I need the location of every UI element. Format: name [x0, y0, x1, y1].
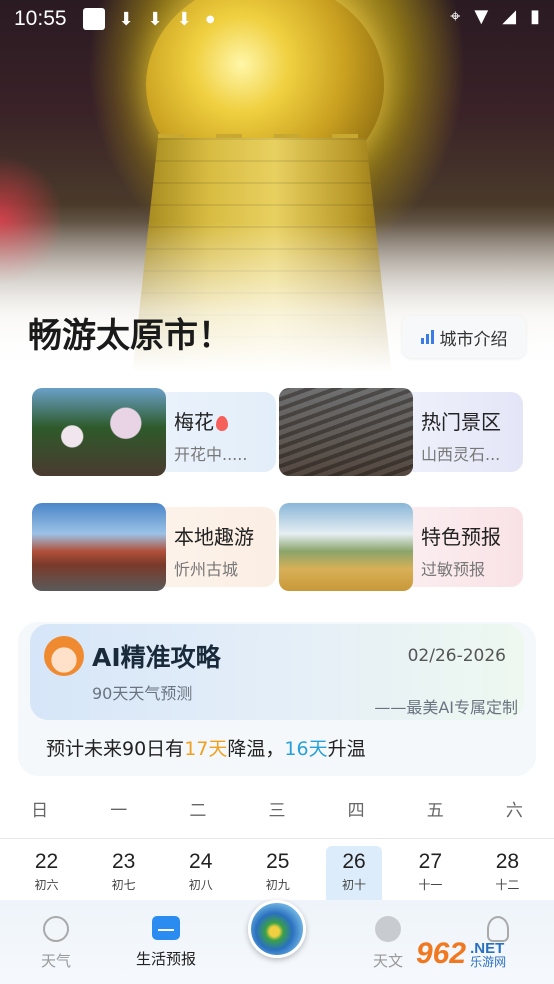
- card-subtitle: 开花中.....: [174, 445, 248, 464]
- card-panel: 梅花 开花中.....: [158, 392, 276, 472]
- download-icon: ⬇: [176, 8, 192, 30]
- folder-icon: [152, 916, 180, 940]
- watermark-text: 乐游网: [470, 954, 507, 969]
- download-icon: ⬇: [147, 8, 163, 30]
- lunar-date: 初七: [111, 878, 136, 892]
- calendar-day[interactable]: 23 初七: [85, 846, 162, 902]
- day-number: 26: [342, 850, 366, 873]
- day-number: 22: [34, 850, 59, 873]
- ai-date: 02/26-2026: [407, 646, 506, 666]
- lunar-date: 初八: [188, 878, 213, 892]
- card-subtitle: 过敏预报: [421, 560, 486, 579]
- ai-title: AI精准攻略: [92, 643, 221, 672]
- wifi-icon: ▼: [474, 6, 489, 27]
- sun-icon: [43, 916, 69, 942]
- weekday-label: 三: [268, 801, 286, 821]
- planet-icon: [375, 916, 401, 942]
- weekday-label: 六: [505, 801, 523, 821]
- calendar-day[interactable]: 22 初六: [8, 846, 85, 902]
- page-title: 畅游太原市！: [28, 316, 232, 356]
- nav-weather[interactable]: 天气: [16, 916, 96, 971]
- cool-days: 17天: [184, 738, 228, 760]
- weekday-label: 日: [31, 801, 49, 821]
- location-icon: ⌖: [450, 6, 461, 27]
- fire-icon: [216, 416, 228, 431]
- warm-days: 16天: [284, 738, 328, 760]
- radar-map-button[interactable]: [248, 900, 306, 958]
- weekday-label: 五: [426, 801, 444, 821]
- weekday-label: 二: [189, 801, 207, 821]
- card-panel: 特色预报 过敏预报: [405, 507, 523, 587]
- battery-icon: ▮: [530, 6, 540, 27]
- calendar-day[interactable]: 28 十二: [469, 846, 546, 902]
- lunar-date: 十二: [495, 878, 520, 892]
- day-number: 24: [189, 850, 213, 873]
- watermark-domain: .NET: [470, 939, 505, 957]
- app-icon: [82, 8, 105, 30]
- signal-icon: ◢: [502, 6, 517, 27]
- lunar-date: 初九: [265, 878, 290, 892]
- card-plum[interactable]: 梅花 开花中.....: [32, 388, 276, 476]
- card-scenic[interactable]: 热门景区 山西灵石...: [279, 388, 523, 476]
- calendar-day-selected[interactable]: 26 初十: [326, 846, 382, 902]
- avatar-icon: [44, 636, 84, 676]
- card-panel: 热门景区 山西灵石...: [405, 392, 523, 472]
- calendar-day[interactable]: 25 初九: [239, 846, 316, 902]
- cool-label: 降温，: [227, 738, 285, 760]
- weekday-label: 一: [110, 801, 128, 821]
- status-time: 10:55: [14, 7, 67, 30]
- card-title: 梅花: [174, 410, 214, 434]
- day-number: 23: [111, 850, 136, 873]
- ai-strategy-panel[interactable]: AI精准攻略 02/26-2026 90天天气预测 ——最美AI专属定制 预计未…: [18, 622, 536, 776]
- card-panel: 本地趣游 忻州古城: [158, 507, 276, 587]
- ancient-city-image: [32, 503, 166, 591]
- divider: [0, 838, 554, 839]
- calendar-weekdays: 日 一 二 三 四 五 六: [0, 796, 554, 822]
- day-number: 28: [495, 850, 520, 873]
- status-bar: 10:55 ⬇ ⬇ ⬇ ● ⌖ ▼ ◢ ▮: [0, 0, 554, 38]
- city-intro-button[interactable]: 城市介绍: [402, 316, 526, 358]
- weekday-label: 四: [347, 801, 365, 821]
- lunar-date: 初六: [34, 878, 59, 892]
- field-painting-image: [279, 503, 413, 591]
- nav-label: 生活预报: [135, 950, 196, 968]
- card-local-tour[interactable]: 本地趣游 忻州古城: [32, 503, 276, 591]
- nav-life-forecast[interactable]: 生活预报: [126, 916, 206, 969]
- card-subtitle: 忻州古城: [174, 560, 239, 579]
- warm-label: 升温: [327, 738, 366, 760]
- calendar-day[interactable]: 24 初八: [162, 846, 239, 902]
- dot-icon: ●: [205, 13, 215, 25]
- card-title: 本地趣游: [174, 525, 254, 549]
- download-icon: ⬇: [118, 8, 134, 30]
- watermark-logo: 962: [416, 937, 467, 970]
- lunar-date: 十一: [418, 878, 443, 892]
- nav-label: 天气: [40, 952, 71, 970]
- chart-icon: [420, 330, 434, 344]
- scenic-spot-image: [279, 388, 413, 476]
- day-number: 25: [266, 850, 290, 873]
- watermark: 962 .NET 乐游网: [416, 930, 548, 978]
- calendar-day[interactable]: 27 十一: [392, 846, 469, 902]
- ai-subtitle: 90天天气预测: [92, 684, 193, 703]
- card-title: 特色预报: [421, 525, 501, 549]
- calendar-dates: 22 初六 23 初七 24 初八 25 初九 26 初十 27 十一 28 十二: [0, 846, 554, 902]
- city-intro-label: 城市介绍: [439, 329, 508, 350]
- ai-slogan: ——最美AI专属定制: [374, 698, 518, 717]
- day-number: 27: [418, 850, 443, 873]
- forecast-prefix: 预计未来90日有: [46, 738, 185, 760]
- card-subtitle: 山西灵石...: [421, 445, 501, 464]
- card-title: 热门景区: [421, 410, 501, 434]
- card-special-forecast[interactable]: 特色预报 过敏预报: [279, 503, 523, 591]
- plum-blossom-image: [32, 388, 166, 476]
- lunar-date: 初十: [342, 878, 367, 892]
- ai-forecast-summary: 预计未来90日有17天降温，16天升温: [46, 734, 366, 761]
